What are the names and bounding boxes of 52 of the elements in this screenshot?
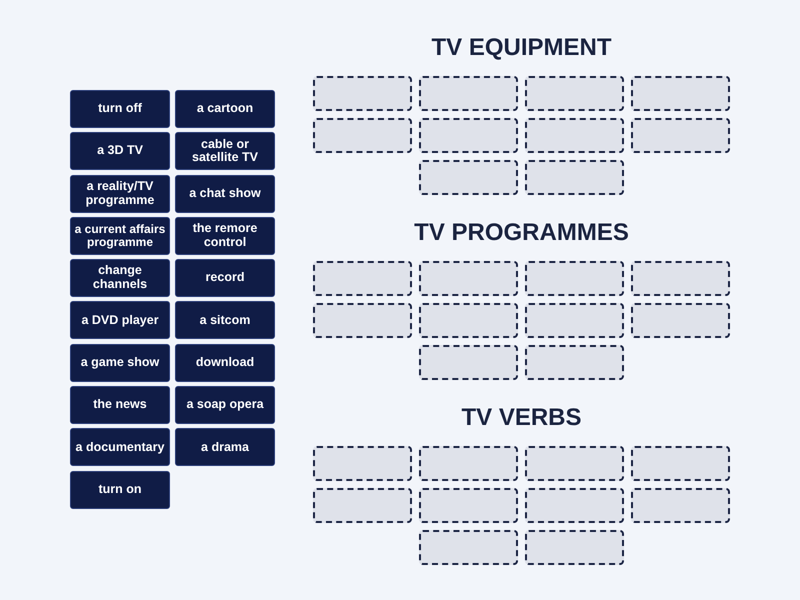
word-card[interactable]: a game show bbox=[70, 344, 170, 382]
word-card[interactable]: a documentary bbox=[70, 428, 170, 466]
answer-box[interactable] bbox=[313, 446, 412, 481]
answer-box[interactable] bbox=[419, 261, 518, 296]
answer-box[interactable] bbox=[631, 488, 730, 523]
answer-box[interactable] bbox=[631, 261, 730, 296]
answer-box[interactable] bbox=[313, 118, 412, 153]
answer-box[interactable] bbox=[313, 261, 412, 296]
answer-box[interactable] bbox=[525, 488, 624, 523]
answer-box[interactable] bbox=[419, 76, 518, 111]
answer-box[interactable] bbox=[313, 488, 412, 523]
answer-box[interactable] bbox=[419, 345, 518, 380]
answer-box[interactable] bbox=[313, 303, 412, 338]
answer-box[interactable] bbox=[525, 345, 624, 380]
answer-box[interactable] bbox=[525, 530, 624, 565]
word-card[interactable]: cable or satellite TV bbox=[175, 132, 275, 170]
word-card[interactable]: a 3D TV bbox=[70, 132, 170, 170]
word-card[interactable]: a sitcom bbox=[175, 301, 275, 340]
answer-box[interactable] bbox=[419, 160, 518, 195]
answer-box[interactable] bbox=[525, 160, 624, 195]
answer-box[interactable] bbox=[525, 76, 624, 111]
answer-box[interactable] bbox=[313, 76, 412, 111]
word-card[interactable]: a soap opera bbox=[175, 386, 275, 424]
word-card[interactable]: record bbox=[175, 259, 275, 298]
answer-box[interactable] bbox=[631, 303, 730, 338]
answer-box[interactable] bbox=[525, 303, 624, 338]
answer-box[interactable] bbox=[419, 118, 518, 153]
word-card[interactable]: the news bbox=[70, 386, 170, 424]
group-heading: TV VERBS bbox=[460, 404, 583, 432]
word-card[interactable]: the remore control bbox=[175, 216, 275, 255]
word-card[interactable]: a DVD player bbox=[70, 301, 170, 340]
answer-box[interactable] bbox=[419, 446, 518, 481]
word-card[interactable]: turn on bbox=[70, 470, 170, 509]
word-card[interactable]: a reality/TV programme bbox=[70, 174, 170, 213]
word-card[interactable]: a drama bbox=[175, 428, 275, 466]
answer-box[interactable] bbox=[525, 118, 624, 153]
answer-box[interactable] bbox=[525, 261, 624, 296]
answer-box[interactable] bbox=[631, 76, 730, 111]
answer-box[interactable] bbox=[419, 303, 518, 338]
word-card[interactable]: a current affairs programme bbox=[70, 216, 170, 255]
word-card[interactable]: a chat show bbox=[175, 174, 275, 213]
answer-box[interactable] bbox=[419, 488, 518, 523]
answer-box[interactable] bbox=[419, 530, 518, 565]
group-heading: TV EQUIPMENT bbox=[430, 34, 612, 62]
word-card[interactable]: a cartoon bbox=[175, 90, 275, 128]
word-card[interactable]: change channels bbox=[70, 259, 170, 298]
answer-box[interactable] bbox=[631, 446, 730, 481]
word-card[interactable]: download bbox=[175, 344, 275, 382]
word-card[interactable]: turn off bbox=[70, 90, 170, 128]
answer-box[interactable] bbox=[631, 118, 730, 153]
answer-box[interactable] bbox=[525, 446, 624, 481]
group-heading: TV PROGRAMMES bbox=[413, 219, 630, 247]
